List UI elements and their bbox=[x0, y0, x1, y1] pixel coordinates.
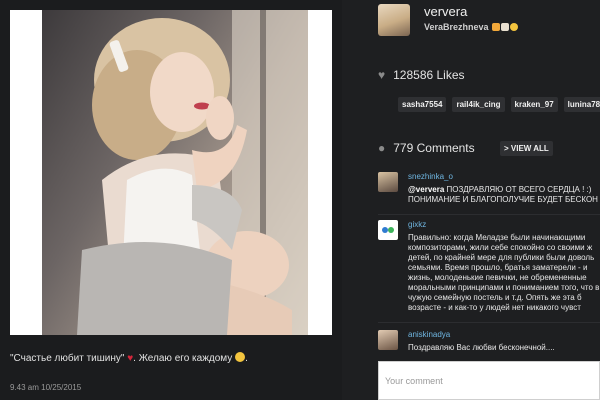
divider bbox=[378, 214, 600, 215]
comment-item: aniskinadya Поздравляю Вас любви бесконе… bbox=[378, 330, 600, 358]
divider bbox=[378, 322, 600, 323]
comment-text: @ververa ПОЗДРАВЛЯЮ ОТ ВСЕГО СЕРДЦА ! :)… bbox=[408, 185, 600, 207]
likers-list: sasha7554 rail4ik_cing kraken_97 lunina783 bbox=[398, 94, 600, 112]
comment-username[interactable]: snezhinka_o bbox=[408, 172, 453, 181]
comment-body: Правильно: когда Меладзе были начинающим… bbox=[408, 233, 600, 312]
comments-count: ● 779 Comments bbox=[378, 141, 475, 155]
post-timestamp: 9.43 am 10/25/2015 bbox=[10, 383, 82, 392]
comment-mention[interactable]: @ververa bbox=[408, 185, 444, 194]
comment-username[interactable]: gixkz bbox=[408, 220, 426, 229]
comments-count-label: 779 Comments bbox=[393, 141, 475, 155]
emoji-box-icon bbox=[501, 23, 510, 31]
post-photo[interactable] bbox=[42, 10, 308, 335]
liker-tag[interactable]: rail4ik_cing bbox=[452, 97, 505, 112]
comment-item: gixkz Правильно: когда Меладзе были начи… bbox=[378, 220, 600, 320]
post-photo-illustration bbox=[77, 10, 308, 335]
comment-input[interactable] bbox=[378, 361, 600, 400]
post-image-frame bbox=[10, 10, 332, 335]
comment-avatar[interactable] bbox=[378, 172, 398, 192]
heart-icon: ♥ bbox=[378, 68, 386, 82]
caption-rest: . Желаю его каждому bbox=[133, 353, 236, 364]
post-panel: "Счастье любит тишину" ♥. Желаю его кажд… bbox=[0, 0, 342, 400]
full-name-text: VeraBrezhneva bbox=[424, 22, 489, 32]
comment-avatar[interactable] bbox=[378, 330, 398, 350]
emoji-smile-icon bbox=[510, 23, 519, 31]
comment-bubble-icon: ● bbox=[378, 141, 386, 155]
likes-count: ♥ 128586 Likes bbox=[378, 68, 465, 82]
avatar[interactable] bbox=[378, 4, 410, 36]
likes-count-label: 128586 Likes bbox=[393, 68, 465, 82]
comment-avatar[interactable] bbox=[378, 220, 398, 240]
comment-username[interactable]: aniskinadya bbox=[408, 330, 450, 339]
view-all-comments-button[interactable]: > VIEW ALL bbox=[500, 141, 553, 156]
smile-emoji-icon bbox=[235, 352, 246, 362]
comment-body: Поздравляю Вас любви бесконечной.... bbox=[408, 343, 555, 352]
comment-item: snezhinka_o @ververa ПОЗДРАВЛЯЮ ОТ ВСЕГО… bbox=[378, 172, 600, 212]
liker-tag[interactable]: sasha7554 bbox=[398, 97, 447, 112]
comment-avatar-logo-icon bbox=[382, 227, 394, 233]
caption-text: "Счастье любит тишину" bbox=[10, 353, 128, 364]
username[interactable]: ververa bbox=[424, 4, 467, 19]
full-name: VeraBrezhneva bbox=[424, 22, 519, 32]
liker-tag[interactable]: kraken_97 bbox=[510, 97, 558, 112]
post-details-panel: ververa VeraBrezhneva ♥ 128586 Likes sash… bbox=[342, 0, 600, 400]
liker-tag[interactable]: lunina783 bbox=[563, 97, 600, 112]
emoji-face-icon bbox=[492, 23, 501, 31]
post-caption: "Счастье любит тишину" ♥. Желаю его кажд… bbox=[10, 352, 248, 364]
